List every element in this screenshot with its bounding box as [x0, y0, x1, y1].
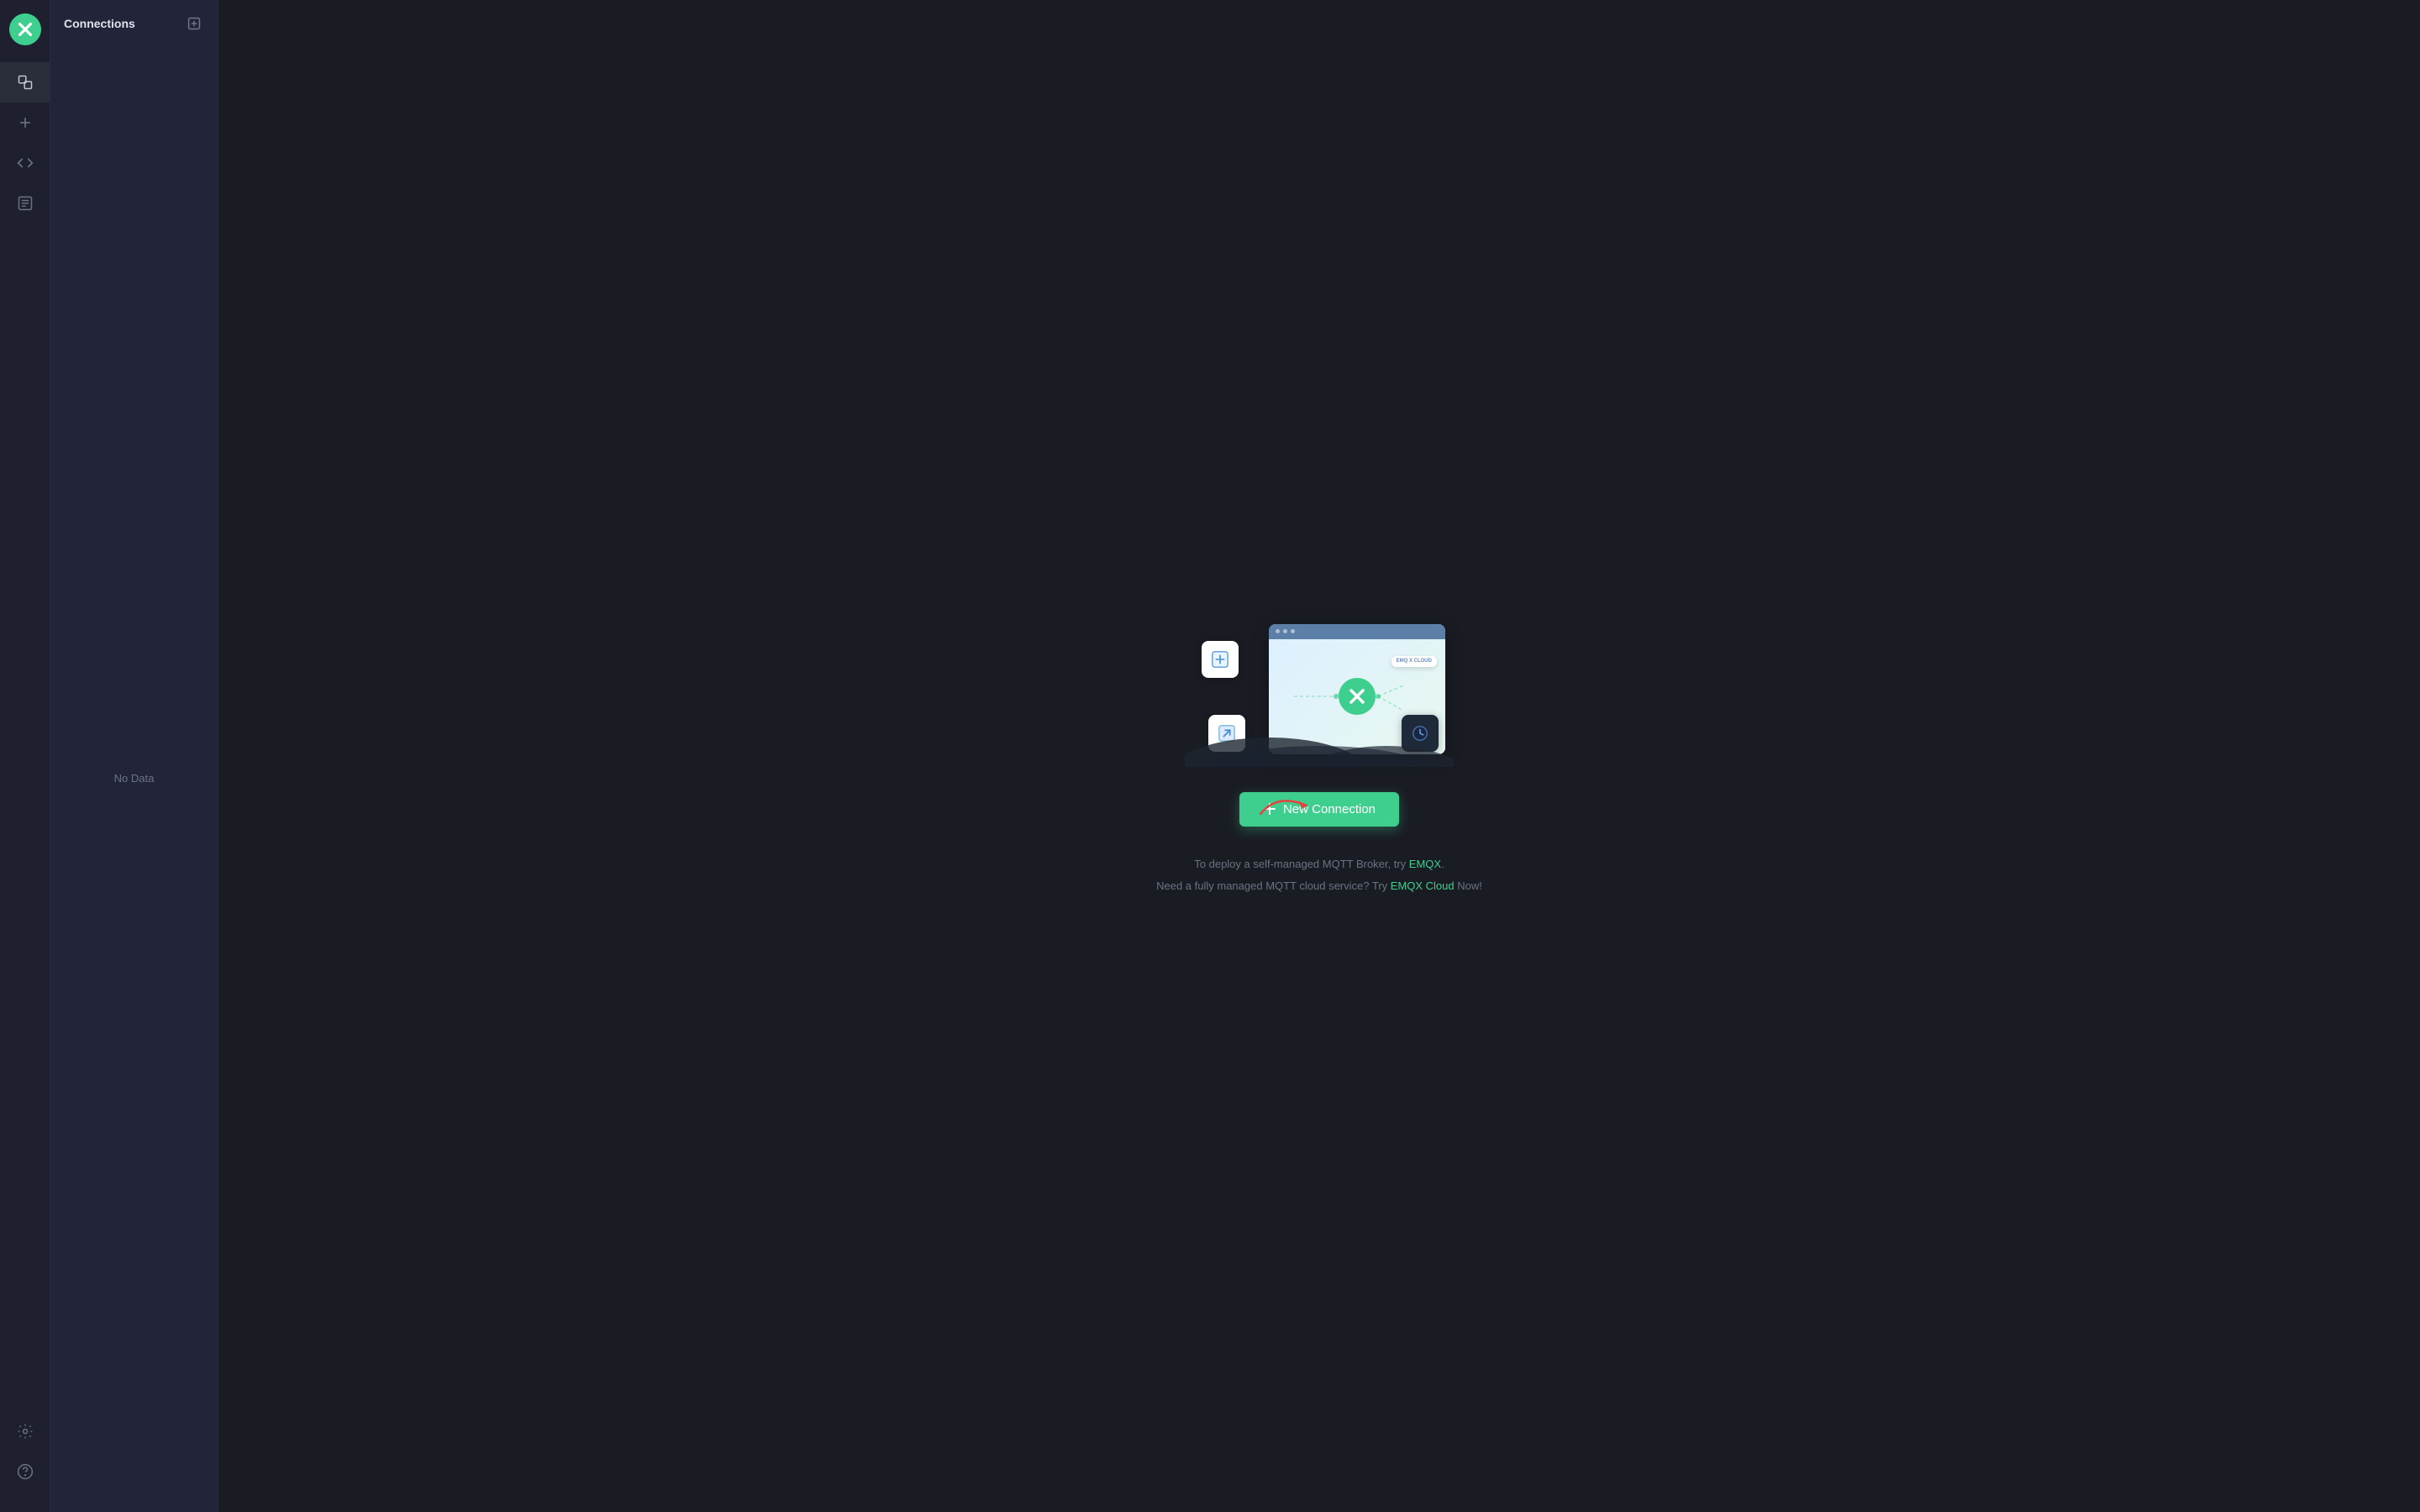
connections-header: Connections [50, 0, 218, 44]
card-logo [1339, 678, 1376, 715]
connections-panel: Connections No Data [50, 0, 218, 1512]
hills-svg [1185, 733, 1454, 767]
add-connection-icon [187, 17, 201, 30]
promo-line1-prefix: To deploy a self-managed MQTT Broker, tr… [1194, 858, 1409, 870]
card-titlebar [1269, 624, 1445, 639]
connections-title: Connections [64, 17, 135, 30]
sidebar-item-help[interactable] [17, 1452, 34, 1492]
icon-sidebar [0, 0, 50, 1512]
promo-line1-suffix: . [1441, 858, 1444, 870]
sidebar-item-add[interactable] [0, 102, 50, 143]
logo-icon [16, 20, 34, 39]
emqx-cloud-link[interactable]: EMQX Cloud [1391, 879, 1455, 892]
sidebar-item-scripts[interactable] [0, 183, 50, 223]
emqx-cloud-badge: EMQ X CLOUD [1392, 656, 1437, 667]
sidebar-item-settings[interactable] [17, 1411, 34, 1452]
promo-line1: To deploy a self-managed MQTT Broker, tr… [1156, 853, 1482, 875]
bottom-nav-group [17, 1411, 34, 1492]
code-icon [17, 155, 34, 171]
scripts-icon [17, 195, 34, 212]
promo-text: To deploy a self-managed MQTT Broker, tr… [1156, 853, 1482, 897]
add-connection-button[interactable] [184, 13, 204, 34]
no-data-label: No Data [50, 44, 218, 1512]
card-logo-icon [1347, 686, 1367, 706]
add-icon [17, 114, 34, 131]
help-icon [17, 1463, 34, 1480]
plus-square-icon [1211, 650, 1229, 669]
promo-line2-suffix: Now! [1455, 879, 1482, 892]
emqx-link[interactable]: EMQX [1409, 858, 1441, 870]
center-content: EMQ X CLOUD [1156, 616, 1482, 897]
button-area: New Connection [1185, 792, 1454, 850]
logo-area [9, 13, 41, 45]
float-card-left-top [1202, 641, 1239, 678]
app-logo[interactable] [9, 13, 41, 45]
promo-line2-prefix: Need a fully managed MQTT cloud service?… [1156, 879, 1391, 892]
illustration: EMQ X CLOUD [1185, 616, 1454, 767]
arrow-svg [1252, 789, 1319, 822]
main-content: EMQ X CLOUD [218, 0, 2420, 1512]
sidebar-item-code[interactable] [0, 143, 50, 183]
settings-icon [17, 1423, 34, 1440]
connections-icon [17, 74, 34, 91]
promo-line2: Need a fully managed MQTT cloud service?… [1156, 875, 1482, 897]
sidebar-item-connections[interactable] [0, 62, 50, 102]
